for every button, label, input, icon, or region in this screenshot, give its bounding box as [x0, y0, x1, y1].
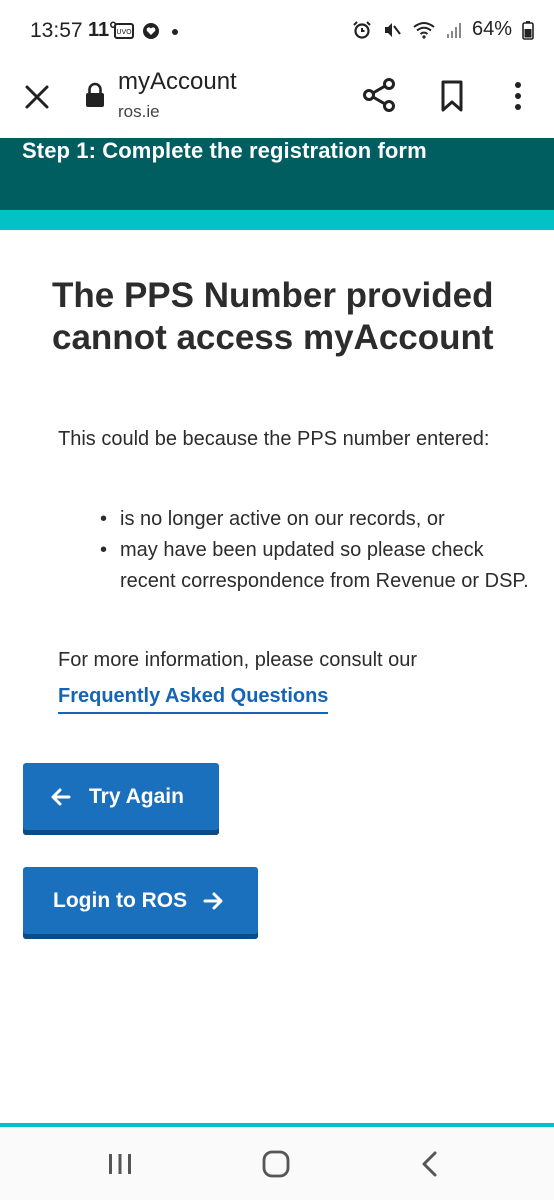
- share-icon[interactable]: [360, 76, 398, 114]
- login-ros-button[interactable]: Login to ROS: [23, 867, 258, 939]
- back-icon[interactable]: [418, 1149, 442, 1179]
- battery-icon: [522, 20, 534, 40]
- mute-icon: [384, 22, 401, 37]
- heart-app-icon: [143, 23, 159, 39]
- step-title: Step 1: Complete the registration form: [22, 138, 427, 163]
- status-bar: 13:57 11° UVO 64%: [0, 0, 554, 62]
- info-text: For more information, please consult our: [58, 649, 418, 671]
- uvo-app-icon: UVO: [114, 23, 134, 39]
- arrow-left-icon: [51, 788, 71, 806]
- try-again-button[interactable]: Try Again: [23, 763, 219, 835]
- list-item: may have been updated so please check re…: [100, 535, 534, 597]
- intro-text: This could be because the PPS number ent…: [58, 428, 490, 450]
- login-label: Login to ROS: [53, 889, 188, 912]
- alarm-icon: [353, 20, 371, 39]
- status-temperature: 11°: [88, 19, 118, 41]
- list-item: is no longer active on our records, or: [100, 504, 534, 535]
- bookmark-icon[interactable]: [436, 78, 468, 114]
- status-notification-icons: UVO: [114, 22, 182, 40]
- try-again-label: Try Again: [89, 785, 184, 808]
- signal-icon: [446, 22, 461, 38]
- status-system-icons: 64%: [352, 18, 534, 41]
- page-title[interactable]: myAccount: [118, 68, 237, 96]
- arrow-right-icon: [203, 892, 223, 910]
- svg-text:UVO: UVO: [116, 28, 132, 36]
- page-domain[interactable]: ros.ie: [118, 102, 160, 122]
- step-banner: Step 1: Complete the registration form: [0, 138, 554, 210]
- home-icon[interactable]: [261, 1149, 291, 1179]
- more-vert-icon[interactable]: [504, 78, 532, 114]
- close-icon[interactable]: [20, 80, 54, 114]
- wifi-icon: [413, 21, 435, 39]
- error-heading: The PPS Number provided cannot access my…: [52, 276, 494, 357]
- reason-list: is no longer active on our records, or m…: [100, 504, 534, 597]
- system-navigation-bar: [0, 1127, 554, 1200]
- accent-stripe: [0, 210, 554, 230]
- recents-icon[interactable]: [106, 1151, 134, 1177]
- faq-link[interactable]: Frequently Asked Questions: [58, 682, 329, 714]
- battery-level: 64%: [471, 18, 512, 40]
- lock-icon: [86, 82, 104, 107]
- dot-icon: [172, 29, 178, 35]
- status-time: 13:57: [30, 19, 83, 42]
- browser-toolbar: myAccount ros.ie: [0, 62, 554, 138]
